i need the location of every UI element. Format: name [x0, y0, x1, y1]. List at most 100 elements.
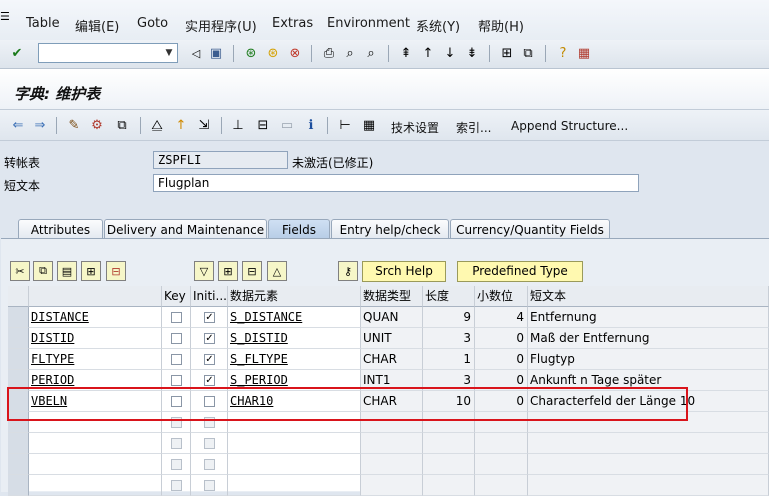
- index-button[interactable]: 索引...: [456, 119, 491, 136]
- initial-checkbox[interactable]: [204, 459, 215, 470]
- append-structure-button[interactable]: Append Structure...: [511, 119, 628, 133]
- tab-fields[interactable]: Fields: [268, 219, 330, 239]
- sort-icon[interactable]: △: [267, 261, 287, 281]
- insert-row-icon[interactable]: ⊞: [81, 261, 101, 281]
- menu-utilities[interactable]: 实用程序(U): [185, 16, 257, 35]
- object-list-icon[interactable]: ↑: [172, 116, 190, 134]
- collapse-left-icon[interactable]: ◁: [187, 44, 205, 62]
- command-field[interactable]: ▼: [38, 43, 178, 63]
- blank-page-icon[interactable]: ▭: [278, 116, 296, 134]
- deselect-all-icon[interactable]: ⊟: [242, 261, 262, 281]
- filter-icon[interactable]: ▽: [194, 261, 214, 281]
- arrow-forward-icon[interactable]: ⇒: [31, 116, 49, 134]
- cell-field-name[interactable]: [29, 454, 162, 475]
- back-icon[interactable]: ⊛: [242, 44, 260, 62]
- cell-row-selector[interactable]: [8, 475, 29, 496]
- menu-table[interactable]: Table: [26, 16, 60, 31]
- cell-data-element[interactable]: [228, 454, 361, 475]
- print-list-icon[interactable]: ⊟: [254, 116, 272, 134]
- tab-delivery-maintenance[interactable]: Delivery and Maintenance: [104, 219, 267, 239]
- key-checkbox[interactable]: [171, 333, 182, 344]
- menu-extras[interactable]: Extras: [272, 16, 313, 31]
- cell-field-name[interactable]: DISTID: [29, 328, 162, 349]
- cell-row-selector[interactable]: [8, 307, 29, 328]
- last-page-icon[interactable]: ⇟: [463, 44, 481, 62]
- cut-icon[interactable]: ✂: [10, 261, 30, 281]
- previous-page-icon[interactable]: ↑: [419, 44, 437, 62]
- cell-data-element[interactable]: S_DISTANCE: [228, 307, 361, 328]
- enter-check-icon[interactable]: ✔: [8, 44, 26, 62]
- srch-help-button[interactable]: Srch Help: [362, 261, 446, 282]
- arrow-back-icon[interactable]: ⇐: [9, 116, 27, 134]
- cancel-icon[interactable]: ⊗: [286, 44, 304, 62]
- short-text-input[interactable]: Flugplan: [153, 174, 639, 192]
- shortcut-icon[interactable]: ⧉: [519, 44, 537, 62]
- display-change-icon[interactable]: ✎: [65, 116, 83, 134]
- key-checkbox[interactable]: [171, 459, 182, 470]
- new-session-icon[interactable]: ⊞: [498, 44, 516, 62]
- first-page-icon[interactable]: ⇞: [397, 44, 415, 62]
- menu-system[interactable]: 系统(Y): [416, 16, 460, 35]
- predefined-type-button[interactable]: Predefined Type: [457, 261, 583, 282]
- save-icon[interactable]: ▣: [207, 44, 225, 62]
- chevron-down-icon[interactable]: ▼: [163, 46, 175, 60]
- cell-row-selector[interactable]: [8, 349, 29, 370]
- initial-checkbox[interactable]: ✓: [204, 312, 215, 323]
- tab-attributes[interactable]: Attributes: [18, 219, 103, 239]
- menu-icon[interactable]: ☰: [0, 10, 10, 23]
- short-text-value: Flugtyp: [530, 352, 575, 366]
- cell-row-selector[interactable]: [8, 454, 29, 475]
- table-icon[interactable]: ▦: [360, 116, 378, 134]
- layout-menu-icon[interactable]: ▦: [575, 44, 593, 62]
- cell-field-name[interactable]: FLTYPE: [29, 349, 162, 370]
- key-checkbox[interactable]: [171, 354, 182, 365]
- tab-currency-quantity[interactable]: Currency/Quantity Fields: [450, 219, 610, 239]
- cell-data-element[interactable]: S_DISTID: [228, 328, 361, 349]
- info-icon[interactable]: ℹ: [302, 116, 320, 134]
- menu-environment[interactable]: Environment: [327, 16, 410, 31]
- initial-checkbox[interactable]: [204, 438, 215, 449]
- initial-checkbox[interactable]: ✓: [204, 354, 215, 365]
- initial-checkbox[interactable]: ✓: [204, 375, 215, 386]
- exit-icon[interactable]: ⊛: [264, 44, 282, 62]
- decimals-value: 0: [516, 331, 524, 345]
- navigation-icon[interactable]: ⇲: [195, 116, 213, 134]
- cell-field-name[interactable]: DISTANCE: [29, 307, 162, 328]
- menu-edit[interactable]: 编辑(E): [75, 16, 119, 35]
- initial-checkbox[interactable]: [204, 480, 215, 491]
- check-object-icon[interactable]: ⧉: [113, 116, 131, 134]
- structure-icon[interactable]: ⊢: [336, 116, 354, 134]
- cell-length: 3: [423, 328, 475, 349]
- activate-icon[interactable]: ⚙: [88, 116, 106, 134]
- cell-row-selector[interactable]: [8, 328, 29, 349]
- cell-row-selector[interactable]: [8, 433, 29, 454]
- key-checkbox[interactable]: [171, 312, 182, 323]
- delete-row-icon[interactable]: ⊟: [106, 261, 126, 281]
- cell-data-element[interactable]: S_FLTYPE: [228, 349, 361, 370]
- next-page-icon[interactable]: ↓: [441, 44, 459, 62]
- tab-entry-help[interactable]: Entry help/check: [331, 219, 449, 239]
- cell-field-name[interactable]: [29, 475, 162, 496]
- print-icon[interactable]: ⎙: [320, 44, 338, 62]
- where-used-icon[interactable]: ⧋: [148, 116, 166, 134]
- help-icon[interactable]: ?: [554, 44, 572, 62]
- copy-icon[interactable]: ⧉: [33, 261, 53, 281]
- hierarchy-icon[interactable]: ⊥: [229, 116, 247, 134]
- find-icon[interactable]: ⌕: [341, 44, 359, 62]
- select-all-icon[interactable]: ⊞: [218, 261, 238, 281]
- key-checkbox[interactable]: [171, 480, 182, 491]
- cell-data-element[interactable]: [228, 475, 361, 496]
- menu-help[interactable]: 帮助(H): [478, 16, 524, 35]
- initial-checkbox[interactable]: ✓: [204, 333, 215, 344]
- data-type-value: UNIT: [363, 331, 392, 345]
- key-checkbox[interactable]: [171, 375, 182, 386]
- column-header-row-selector[interactable]: [8, 286, 29, 307]
- search-help-key-icon[interactable]: ⚷: [338, 261, 358, 281]
- key-checkbox[interactable]: [171, 438, 182, 449]
- cell-field-name[interactable]: [29, 433, 162, 454]
- menu-goto[interactable]: Goto: [137, 16, 168, 31]
- tech-settings-button[interactable]: 技术设置: [391, 119, 439, 136]
- find-next-icon[interactable]: ⌕: [362, 44, 380, 62]
- cell-data-element[interactable]: [228, 433, 361, 454]
- paste-icon[interactable]: ▤: [57, 261, 77, 281]
